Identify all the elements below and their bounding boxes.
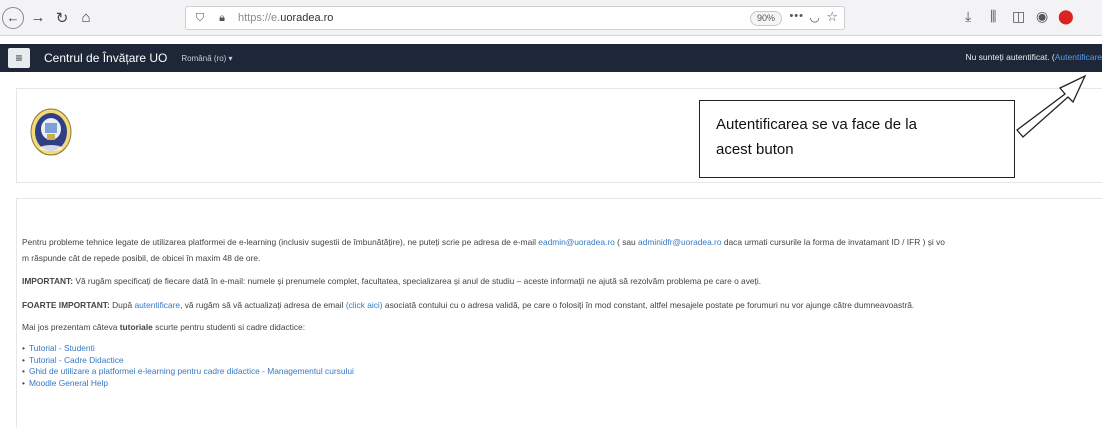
university-logo — [30, 108, 72, 156]
support-paragraph: Pentru probleme tehnice legate de utiliz… — [22, 234, 1102, 266]
very-important-label: FOARTE IMPORTANT: — [22, 300, 110, 310]
adblock-icon[interactable]: ⬤ — [1058, 8, 1074, 25]
main-content: Pentru probleme tehnice legate de utiliz… — [22, 234, 1102, 389]
star-icon[interactable]: ☆ — [826, 9, 838, 25]
sidebar-icon[interactable]: ◫ — [1012, 8, 1025, 25]
login-link[interactable]: Autentificare — [1055, 52, 1102, 62]
support-text-2: ( sau — [614, 237, 639, 247]
email-link-eadmin[interactable]: eadmin@uoradea.ro — [538, 237, 614, 247]
moodle-help-link[interactable]: Moodle General Help — [29, 378, 108, 388]
download-icon[interactable]: ⤓ — [965, 8, 971, 25]
extension-icon[interactable]: ◉ — [1036, 8, 1048, 25]
zoom-badge[interactable]: 90% — [749, 11, 782, 26]
tutorial-link-students[interactable]: Tutorial - Studenti — [29, 343, 95, 353]
annotation-arrow — [1016, 74, 1087, 138]
url-text[interactable]: https://e.uoradea.ro — [238, 12, 333, 24]
pocket-icon[interactable]: ◡ — [810, 10, 820, 24]
arrow-left-icon: ← — [6, 10, 20, 25]
support-text: Pentru probleme tehnice legate de utiliz… — [22, 237, 539, 247]
shield-icon: ⛉ — [195, 11, 205, 24]
list-item: Tutorial - Cadre Didactice — [22, 355, 1102, 367]
important-paragraph: IMPORTANT: Vă rugăm specificați de fieca… — [22, 276, 1102, 286]
back-button[interactable]: ← — [2, 6, 24, 29]
support-text-4: m răspunde cât de repede posibil, de obi… — [22, 253, 261, 263]
home-icon: ⌂ — [81, 9, 91, 26]
guide-link-course-management[interactable]: Ghid de utilizare a platformei e-learnin… — [29, 366, 354, 376]
tutorial-link-teachers[interactable]: Tutorial - Cadre Didactice — [29, 355, 124, 365]
very-important-text-3: asociată contului cu o adresa validă, pe… — [382, 300, 915, 310]
annotation-callout: Autentificarea se va face de la acest bu… — [699, 100, 1015, 178]
important-text: Vă rugăm specificați de fiecare dată în … — [73, 276, 762, 286]
tutorials-intro-text: Mai jos prezentam câteva — [22, 322, 120, 332]
lock-icon: 🔒︎ — [219, 11, 225, 24]
arrow-right-icon: → — [30, 9, 46, 26]
reload-icon: ↻ — [55, 9, 69, 27]
hamburger-icon: ≡ — [15, 51, 23, 65]
list-item: Ghid de utilizare a platformei e-learnin… — [22, 366, 1102, 378]
site-brand[interactable]: Centrul de Învățare UO — [44, 51, 167, 65]
tutorials-intro: Mai jos prezentam câteva tutoriale scurt… — [22, 322, 1102, 332]
forward-button[interactable]: → — [28, 8, 48, 28]
url-prefix: https://e. — [238, 12, 281, 24]
list-item: Moodle General Help — [22, 378, 1102, 390]
more-icon[interactable]: ••• — [789, 10, 804, 22]
login-info: Nu sunteți autentificat. (Autentificare — [965, 52, 1102, 62]
very-important-text-2: , vă rugăm să vă actualizați adresa de e… — [180, 300, 346, 310]
login-status-text: Nu sunteți autentificat. ( — [965, 52, 1055, 62]
url-host: uoradea.ro — [280, 12, 334, 24]
language-selector[interactable]: Română (ro) ▾ — [181, 54, 232, 63]
reload-button[interactable]: ↻ — [52, 8, 72, 28]
menu-toggle-button[interactable]: ≡ — [8, 48, 30, 68]
tutorials-intro-text-2: scurte pentru studenti si cadre didactic… — [152, 322, 306, 332]
home-button[interactable]: ⌂ — [76, 8, 96, 28]
important-label: IMPORTANT: — [22, 276, 74, 286]
login-inline-link[interactable]: autentificare — [134, 300, 180, 310]
update-email-link[interactable]: (click aici) — [346, 300, 383, 310]
list-item: Tutorial - Studenti — [22, 343, 1102, 355]
tutorials-bold: tutoriale — [119, 322, 153, 332]
library-icon[interactable]: ⫼ — [990, 8, 996, 25]
email-link-adminidfr[interactable]: adminidfr@uoradea.ro — [638, 237, 721, 247]
browser-toolbar: ← → ↻ ⌂ ⛉ 🔒︎ https://e.uoradea.ro 90% ••… — [0, 0, 1102, 36]
site-navbar: ≡ Centrul de Învățare UO Română (ro) ▾ N… — [0, 44, 1102, 72]
tutorial-list: Tutorial - Studenti Tutorial - Cadre Did… — [22, 343, 1102, 389]
very-important-paragraph: FOARTE IMPORTANT: După autentificare, vă… — [22, 300, 1102, 310]
callout-line-1: Autentificarea se va face de la — [716, 116, 917, 133]
callout-line-2: acest buton — [716, 141, 794, 158]
very-important-text: După — [109, 300, 135, 310]
url-bar[interactable]: ⛉ 🔒︎ https://e.uoradea.ro 90% ••• ◡ ☆ — [185, 6, 845, 30]
support-text-3: daca urmati cursurile la forma de invata… — [721, 237, 945, 247]
